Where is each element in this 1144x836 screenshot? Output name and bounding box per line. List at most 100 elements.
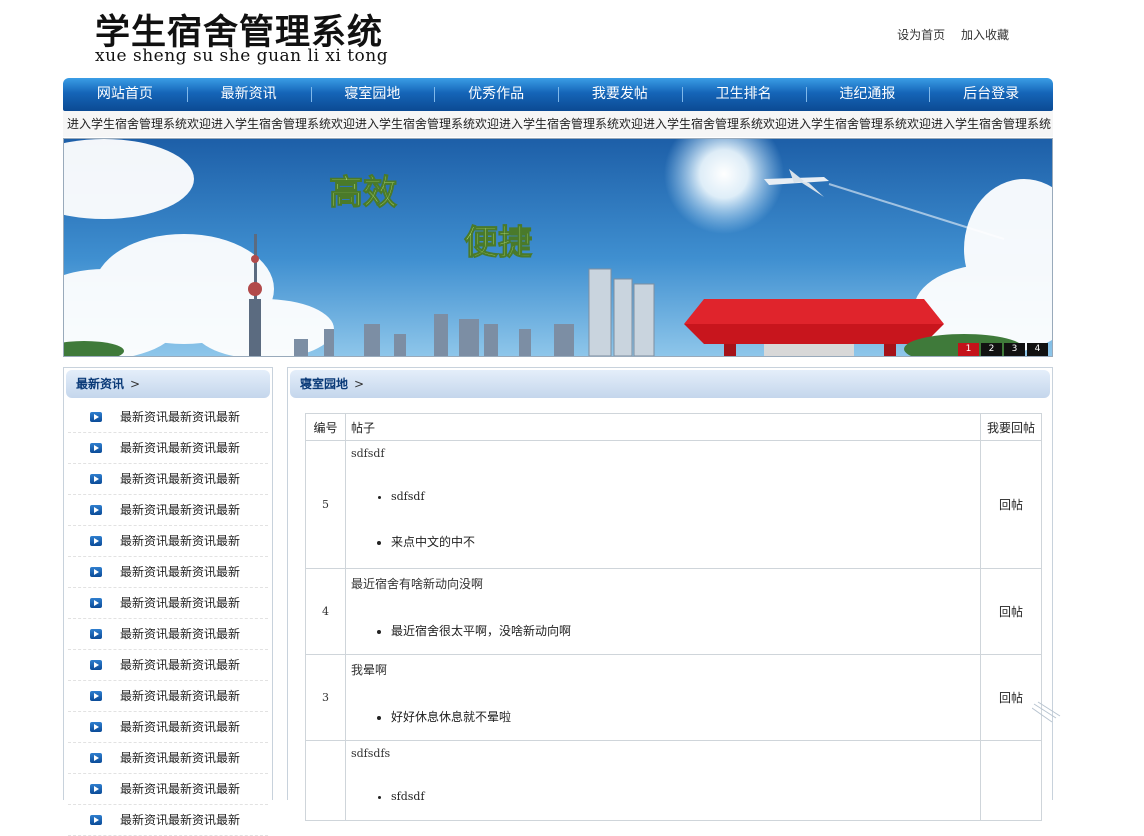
news-list-item[interactable]: 最新资讯最新资讯最新 [68, 588, 268, 619]
reply-button[interactable]: 回帖 [980, 440, 1042, 569]
add-favorite-link[interactable]: 加入收藏 [961, 28, 1009, 42]
top-links: 设为首页 加入收藏 [885, 26, 1009, 43]
arrow-bullet-icon [90, 691, 102, 701]
banner-pager: 1 2 3 4 [956, 343, 1048, 356]
reply-item: 最近宿舍很太平啊，没啥新动向啊 [391, 622, 975, 639]
news-list-item[interactable]: 最新资讯最新资讯最新 [68, 805, 268, 836]
post-title[interactable]: 最近宿舍有啥新动向没啊 [351, 575, 975, 592]
news-item-label: 最新资讯最新资讯最新 [120, 565, 241, 579]
arrow-bullet-icon [90, 753, 102, 763]
latest-news-header[interactable]: 最新资讯 > [66, 370, 270, 398]
news-list-item[interactable]: 最新资讯最新资讯最新 [68, 526, 268, 557]
banner-page-2[interactable]: 2 [981, 343, 1002, 356]
arrow-bullet-icon [90, 784, 102, 794]
arrow-bullet-icon [90, 598, 102, 608]
post-row: sdfsdfs sfdsdf [305, 740, 1042, 821]
reply-button[interactable]: 回帖 [980, 654, 1042, 741]
news-list-item[interactable]: 最新资讯最新资讯最新 [68, 495, 268, 526]
reply-list: sdfsdf 来点中文的中不 [351, 490, 975, 550]
news-list-item[interactable]: 最新资讯最新资讯最新 [68, 712, 268, 743]
news-item-label: 最新资讯最新资讯最新 [120, 658, 241, 672]
dorm-forum-title: 寝室园地 [300, 377, 349, 391]
arrow-bullet-icon [90, 505, 102, 515]
post-content: 最近宿舍有啥新动向没啊最近宿舍很太平啊，没啥新动向啊 [345, 568, 981, 655]
reply-list: 好好休息休息就不晕啦 [351, 708, 975, 725]
news-list-item[interactable]: 最新资讯最新资讯最新 [68, 433, 268, 464]
news-list-item[interactable]: 最新资讯最新资讯最新 [68, 619, 268, 650]
posts-table: 编号 帖子 我要回帖 5sdfsdfsdfsdf来点中文的中不回帖4最近宿舍有啥… [305, 413, 1042, 821]
post-content: sdfsdf sdfsdf 来点中文的中不 [345, 440, 981, 569]
news-list-item[interactable]: 最新资讯最新资讯最新 [68, 557, 268, 588]
col-reply: 我要回帖 [980, 413, 1042, 441]
news-item-label: 最新资讯最新资讯最新 [120, 534, 241, 548]
reply-list: sfdsdf [351, 790, 975, 803]
arrow-bullet-icon [90, 536, 102, 546]
post-row: 5 sdfsdf sdfsdf 来点中文的中不回帖 [305, 440, 1042, 569]
news-list-item[interactable]: 最新资讯最新资讯最新 [68, 402, 268, 433]
arrow-bullet-icon [90, 474, 102, 484]
welcome-marquee: 进入学生宿舍管理系统欢迎进入学生宿舍管理系统欢迎进入学生宿舍管理系统欢迎进入学生… [63, 111, 1053, 137]
latest-news-list: 最新资讯最新资讯最新 最新资讯最新资讯最新 最新资讯最新资讯最新 最新资讯最新资讯最新… [64, 402, 272, 836]
nav-item-news[interactable]: 最新资讯 [186, 78, 311, 111]
news-list-item[interactable]: 最新资讯最新资讯最新 [68, 743, 268, 774]
news-item-label: 最新资讯最新资讯最新 [120, 503, 241, 517]
post-content: sdfsdfs sfdsdf [345, 740, 981, 821]
news-item-label: 最新资讯最新资讯最新 [120, 720, 241, 734]
marquee-text: 进入学生宿舍管理系统欢迎进入学生宿舍管理系统欢迎进入学生宿舍管理系统欢迎进入学生… [67, 117, 1052, 131]
nav-item-admin-login[interactable]: 后台登录 [929, 78, 1053, 111]
post-title[interactable]: sdfsdfs [351, 747, 975, 760]
arrow-bullet-icon [90, 443, 102, 453]
reply-list: 最近宿舍很太平啊，没啥新动向啊 [351, 622, 975, 639]
nav-item-post[interactable]: 我要发帖 [558, 78, 682, 111]
post-number: 4 [305, 568, 346, 655]
banner-page-1[interactable]: 1 [958, 343, 979, 356]
post-number [305, 740, 346, 821]
banner-page-3[interactable]: 3 [1004, 343, 1025, 356]
reply-item: 好好休息休息就不晕啦 [391, 708, 975, 725]
chevron-right-icon: > [130, 377, 141, 391]
news-list-item[interactable]: 最新资讯最新资讯最新 [68, 464, 268, 495]
post-row: 4最近宿舍有啥新动向没啊最近宿舍很太平啊，没啥新动向啊回帖 [305, 568, 1042, 655]
reply-item: sdfsdf [391, 490, 975, 503]
reply-item: sfdsdf [391, 790, 975, 803]
news-list-item[interactable]: 最新资讯最新资讯最新 [68, 774, 268, 805]
banner-slideshow[interactable]: 高效 便捷 1 2 3 4 [63, 138, 1053, 357]
reply-button[interactable]: 回帖 [980, 568, 1042, 655]
reply-button[interactable] [980, 740, 1042, 821]
set-homepage-link[interactable]: 设为首页 [897, 28, 945, 42]
arrow-bullet-icon [90, 660, 102, 670]
post-content: 我晕啊好好休息休息就不晕啦 [345, 654, 981, 741]
post-row: 3我晕啊好好休息休息就不晕啦回帖 [305, 654, 1042, 741]
dorm-forum-panel: 寝室园地> 编号 帖子 我要回帖 5sdfsdfsdfsdf来点中文的中不回帖4… [287, 367, 1053, 821]
posts-table-header: 编号 帖子 我要回帖 [305, 413, 1042, 441]
nav-item-home[interactable]: 网站首页 [63, 78, 187, 111]
nav-item-dorm[interactable]: 寝室园地 [310, 78, 435, 111]
col-number: 编号 [305, 413, 346, 441]
banner-text-efficient: 高效 [329, 173, 397, 213]
news-item-label: 最新资讯最新资讯最新 [120, 813, 241, 827]
latest-news-title: 最新资讯 [76, 377, 125, 391]
news-item-label: 最新资讯最新资讯最新 [120, 627, 241, 641]
news-item-label: 最新资讯最新资讯最新 [120, 410, 241, 424]
post-title[interactable]: 我晕啊 [351, 661, 975, 678]
site-header: 学生宿舍管理系统 xue sheng su she guan li xi ton… [63, 0, 1053, 78]
news-item-label: 最新资讯最新资讯最新 [120, 441, 241, 455]
news-list-item[interactable]: 最新资讯最新资讯最新 [68, 681, 268, 712]
news-item-label: 最新资讯最新资讯最新 [120, 782, 241, 796]
banner-page-4[interactable]: 4 [1027, 343, 1048, 356]
nav-item-violations[interactable]: 违纪通报 [805, 78, 930, 111]
nav-item-hygiene[interactable]: 卫生排名 [681, 78, 806, 111]
post-number: 3 [305, 654, 346, 741]
arrow-bullet-icon [90, 722, 102, 732]
decorative-lines [1032, 701, 1061, 723]
arrow-bullet-icon [90, 629, 102, 639]
news-item-label: 最新资讯最新资讯最新 [120, 751, 241, 765]
main-nav: 网站首页 最新资讯 寝室园地 优秀作品 我要发帖 卫生排名 违纪通报 后台登录 [63, 78, 1053, 111]
banner-image: 高效 便捷 [64, 139, 1052, 356]
news-item-label: 最新资讯最新资讯最新 [120, 689, 241, 703]
news-list-item[interactable]: 最新资讯最新资讯最新 [68, 650, 268, 681]
news-item-label: 最新资讯最新资讯最新 [120, 596, 241, 610]
dorm-forum-header[interactable]: 寝室园地 > [290, 370, 1050, 398]
post-title[interactable]: sdfsdf [351, 447, 975, 460]
nav-item-works[interactable]: 优秀作品 [434, 78, 558, 111]
